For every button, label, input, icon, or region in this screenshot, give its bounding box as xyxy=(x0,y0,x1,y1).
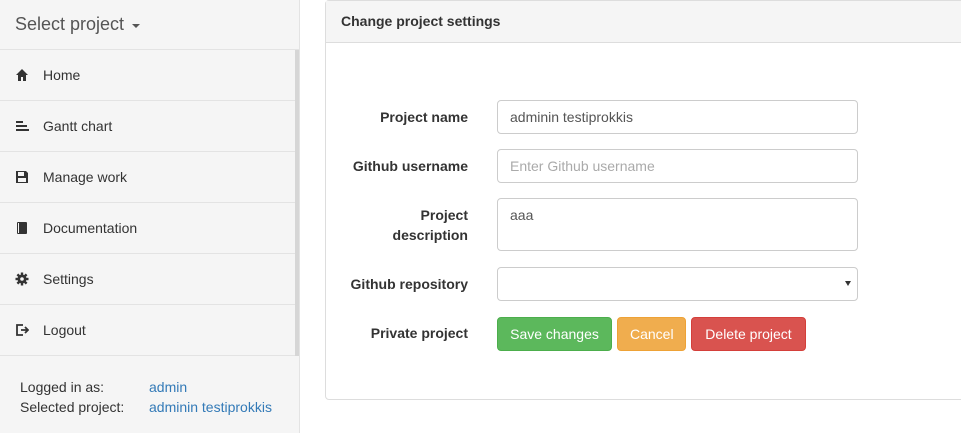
sidebar-item-logout[interactable]: Logout xyxy=(0,305,296,356)
delete-project-button[interactable]: Delete project xyxy=(691,317,806,351)
selected-project-label: Selected project: xyxy=(20,399,125,415)
sidebar-item-label: Documentation xyxy=(43,220,138,236)
github-username-placeholder: Enter Github username xyxy=(510,158,655,174)
project-selector-label: Select project xyxy=(15,14,125,34)
sidebar-item-manage-work[interactable]: Manage work xyxy=(0,152,296,203)
project-selector-dropdown[interactable]: Select project xyxy=(15,14,141,35)
github-repository-label: Github repository xyxy=(350,276,468,292)
sidebar-item-documentation[interactable]: Documentation xyxy=(0,203,296,254)
project-name-input[interactable]: adminin testiprokkis xyxy=(497,100,858,134)
sidebar-item-settings[interactable]: Settings xyxy=(0,254,296,305)
project-description-label-line1: Project xyxy=(420,207,468,223)
sidebar-nav: Home Gantt chart Manage work Documentati… xyxy=(0,50,299,356)
save-icon xyxy=(15,170,29,184)
sidebar-scrollbar[interactable] xyxy=(295,50,299,356)
github-username-label: Github username xyxy=(352,158,468,174)
private-project-label: Private project xyxy=(370,325,468,341)
logged-in-label: Logged in as: xyxy=(20,379,105,395)
sidebar-item-label: Manage work xyxy=(43,169,128,185)
sidebar-item-home[interactable]: Home xyxy=(0,50,296,101)
caret-down-icon xyxy=(132,23,141,28)
gantt-icon xyxy=(15,119,29,133)
sidebar-item-label: Logout xyxy=(43,322,86,338)
project-description-label-line2: description xyxy=(392,227,468,243)
save-changes-button[interactable]: Save changes xyxy=(497,317,612,351)
sidebar-item-label: Gantt chart xyxy=(43,118,113,134)
github-repository-select[interactable] xyxy=(497,267,858,301)
github-username-input[interactable]: Enter Github username xyxy=(497,149,858,183)
project-settings-panel: Change project settings Project name adm… xyxy=(325,0,961,400)
logout-icon xyxy=(15,323,29,337)
sidebar-item-label: Settings xyxy=(43,271,94,287)
project-name-label: Project name xyxy=(380,109,468,125)
sidebar-footer: Logged in as: admin Selected project: ad… xyxy=(20,377,272,417)
sidebar-item-label: Home xyxy=(43,67,81,83)
sidebar: Select project Home Gantt chart Manage w… xyxy=(0,0,300,433)
select-arrow-icon xyxy=(845,281,851,286)
sidebar-header: Select project xyxy=(0,0,299,50)
panel-title: Change project settings xyxy=(326,1,961,43)
home-icon xyxy=(15,68,29,82)
sidebar-item-gantt-chart[interactable]: Gantt chart xyxy=(0,101,296,152)
gear-icon xyxy=(15,272,29,286)
logged-in-user-link[interactable]: admin xyxy=(149,377,187,397)
cancel-button[interactable]: Cancel xyxy=(617,317,686,351)
project-description-textarea[interactable]: aaa xyxy=(497,198,858,251)
book-icon xyxy=(15,221,29,235)
selected-project-link[interactable]: adminin testiprokkis xyxy=(149,397,272,417)
project-description-label: Project description xyxy=(328,205,468,245)
